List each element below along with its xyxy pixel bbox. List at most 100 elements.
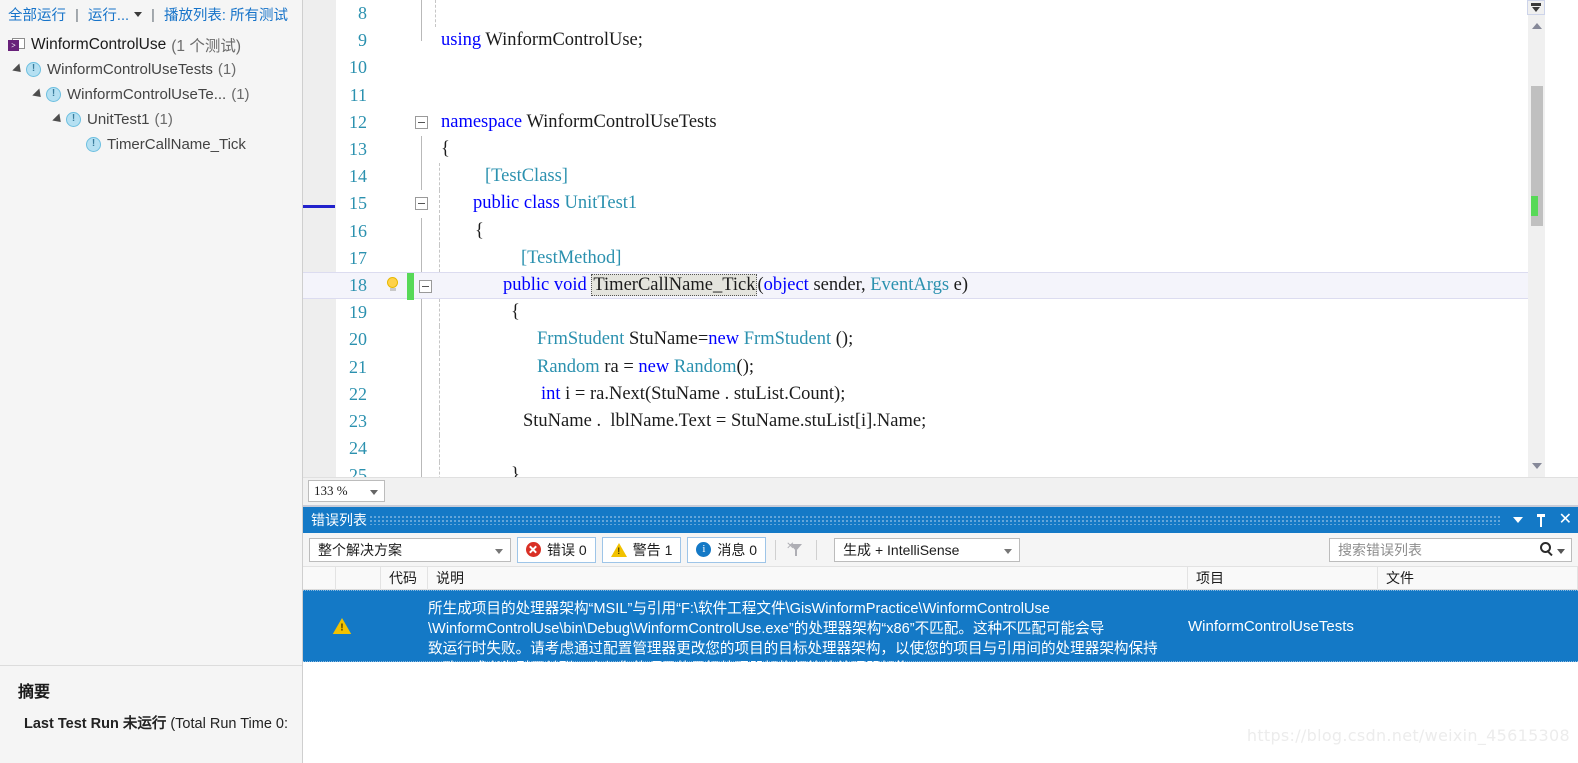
test-summary-panel: 摘要 Last Test Run 未运行 (Total Run Time 0: (0, 665, 302, 763)
tree-row-solution[interactable]: > WinformControlUse (1 个测试) (0, 32, 302, 57)
line-number: 19 (349, 302, 367, 323)
code-attribute-testclass: [TestClass] (485, 166, 568, 187)
chevron-down-icon[interactable] (1557, 548, 1565, 554)
warnings-filter-button[interactable]: 警告 1 (601, 536, 682, 563)
tree-row-winformcontrolusete[interactable]: WinformControlUseTe... (1) (0, 82, 302, 107)
line-number: 18 (349, 274, 367, 295)
code-keyword-new-2: new (638, 356, 670, 377)
column-header-blank2[interactable] (336, 566, 381, 590)
messages-count-label: 消息 0 (717, 541, 758, 558)
scroll-up-arrow-icon[interactable] (1531, 23, 1542, 29)
line-glyph-margin (379, 163, 441, 191)
line-glyph-margin (379, 435, 441, 463)
line-number: 9 (358, 30, 367, 51)
code-stmt-next: i = ra.Next(StuName . stuList.Count); (560, 383, 846, 404)
lightbulb-icon[interactable] (385, 276, 400, 292)
tree-row-timercallname-tick[interactable]: TimerCallName_Tick (0, 132, 302, 157)
expander-icon[interactable] (30, 86, 46, 103)
test-not-run-icon (46, 87, 61, 102)
tree-count: (1) (154, 111, 173, 128)
expander-icon[interactable] (10, 61, 26, 78)
tree-label: WinformControlUseTests (47, 61, 213, 78)
code-ctor-call: (); (831, 329, 854, 350)
code-var-ra: ra = (599, 356, 639, 377)
row-file-cell (1378, 591, 1578, 661)
code-keyword-namespace: namespace (441, 111, 523, 132)
code-keyword-using: using (441, 30, 482, 51)
test-not-run-icon (86, 137, 101, 152)
chevron-down-icon[interactable] (370, 490, 378, 495)
search-error-list-input[interactable]: 搜索错误列表 (1329, 537, 1572, 562)
code-line-current: 18 public void TimerCallName_Tick (object… (303, 271, 1545, 300)
column-header-project[interactable]: 项目 (1188, 566, 1378, 590)
summary-last-run-status: 未运行 (122, 716, 167, 732)
code-text: { (441, 139, 450, 160)
code-text: using WinformControlUse; (441, 30, 1545, 51)
playlist-button[interactable]: 播放列表: 所有测试 (164, 4, 288, 25)
code-method-name-highlight: TimerCallName_Tick (591, 273, 758, 296)
code-namespace-name: WinformControlUseTests (522, 111, 717, 132)
column-header-code[interactable]: 代码 (381, 566, 428, 590)
chevron-down-icon[interactable] (495, 548, 503, 554)
code-editor-area: 8 9 using WinformControlUse; 10 11 12 na… (303, 0, 1578, 505)
column-header-file[interactable]: 文件 (1378, 566, 1578, 590)
chevron-down-icon[interactable] (1004, 548, 1013, 554)
code-editor[interactable]: 8 9 using WinformControlUse; 10 11 12 na… (303, 0, 1545, 477)
code-line: 13 { (303, 135, 1545, 164)
code-using-target: WinformControlUse; (481, 30, 643, 51)
line-number: 23 (349, 410, 367, 431)
scope-filter-combo[interactable]: 整个解决方案 (309, 537, 511, 562)
line-number: 12 (349, 111, 367, 132)
panel-dropdown-icon[interactable] (1512, 517, 1523, 523)
close-icon[interactable]: ✕ (1559, 512, 1572, 528)
code-line: 17 [TestMethod] (303, 244, 1545, 272)
code-text: [TestMethod] (441, 248, 1545, 269)
toolbar-divider (775, 539, 777, 560)
code-type-eventargs: EventArgs (870, 274, 950, 295)
build-filter-combo[interactable]: 生成 + IntelliSense (834, 537, 1021, 562)
column-header-description[interactable]: 说明 (428, 566, 1188, 590)
code-line: 10 (303, 54, 1545, 81)
description-line: \WinformControlUse\bin\Debug\WinformCont… (428, 621, 1105, 637)
search-placeholder: 搜索错误列表 (1338, 541, 1422, 558)
fold-toggle-icon[interactable] (419, 279, 432, 293)
fold-toggle-icon[interactable] (415, 197, 428, 211)
table-row[interactable]: 所生成项目的处理器架构“MSIL”与引用“F:\软件工程文件\GisWinfor… (303, 590, 1578, 677)
pin-icon[interactable] (1536, 513, 1546, 527)
tree-row-unittest1[interactable]: UnitTest1 (1) (0, 107, 302, 132)
run-dropdown-button[interactable]: 运行... (88, 4, 129, 25)
code-text: StuName . lblName.Text = StuName.stuList… (523, 410, 927, 431)
line-number: 21 (349, 356, 367, 377)
code-type-random: Random (537, 356, 600, 377)
zoom-level-combo[interactable]: 133 % (308, 480, 385, 502)
run-all-button[interactable]: 全部运行 (8, 4, 66, 25)
visual-studio-window: 全部运行 | 运行... | 播放列表: 所有测试 > WinformContr… (0, 0, 1578, 763)
line-glyph-margin (379, 407, 441, 435)
summary-last-run-detail: (Total Run Time 0: (166, 716, 289, 732)
tree-row-winformcontrolusetests[interactable]: WinformControlUseTests (1) (0, 57, 302, 82)
line-number: 25 (349, 465, 367, 477)
column-header-blank1[interactable] (303, 566, 336, 590)
search-icon[interactable] (1540, 541, 1551, 553)
code-line: 15 public class UnitTest1 (303, 190, 1545, 218)
code-line: 23 StuName . lblName.Text = StuName.stuL… (303, 407, 1545, 435)
line-glyph-margin (379, 353, 441, 381)
scroll-to-top-button[interactable] (1527, 0, 1545, 15)
line-number: 10 (349, 57, 367, 78)
chevron-down-icon[interactable] (134, 11, 143, 17)
code-text: { (511, 302, 520, 323)
summary-title: 摘要 (18, 684, 51, 701)
fold-toggle-icon[interactable] (415, 115, 428, 129)
tree-count: (1) (231, 86, 250, 103)
test-not-run-icon (66, 112, 81, 127)
errors-filter-button[interactable]: 错误 0 (517, 536, 596, 563)
line-number: 8 (358, 3, 367, 24)
row-description-cell: 所生成项目的处理器架构“MSIL”与引用“F:\软件工程文件\GisWinfor… (428, 591, 1188, 677)
code-line: 16 { (303, 217, 1545, 245)
expander-icon[interactable] (50, 111, 66, 128)
code-param-sender: sender, (808, 274, 871, 295)
clear-filter-icon[interactable]: ✕ (785, 539, 807, 561)
visual-studio-project-icon: > (8, 37, 25, 52)
line-glyph-margin (379, 54, 441, 81)
messages-filter-button[interactable]: 消息 0 (687, 536, 767, 563)
